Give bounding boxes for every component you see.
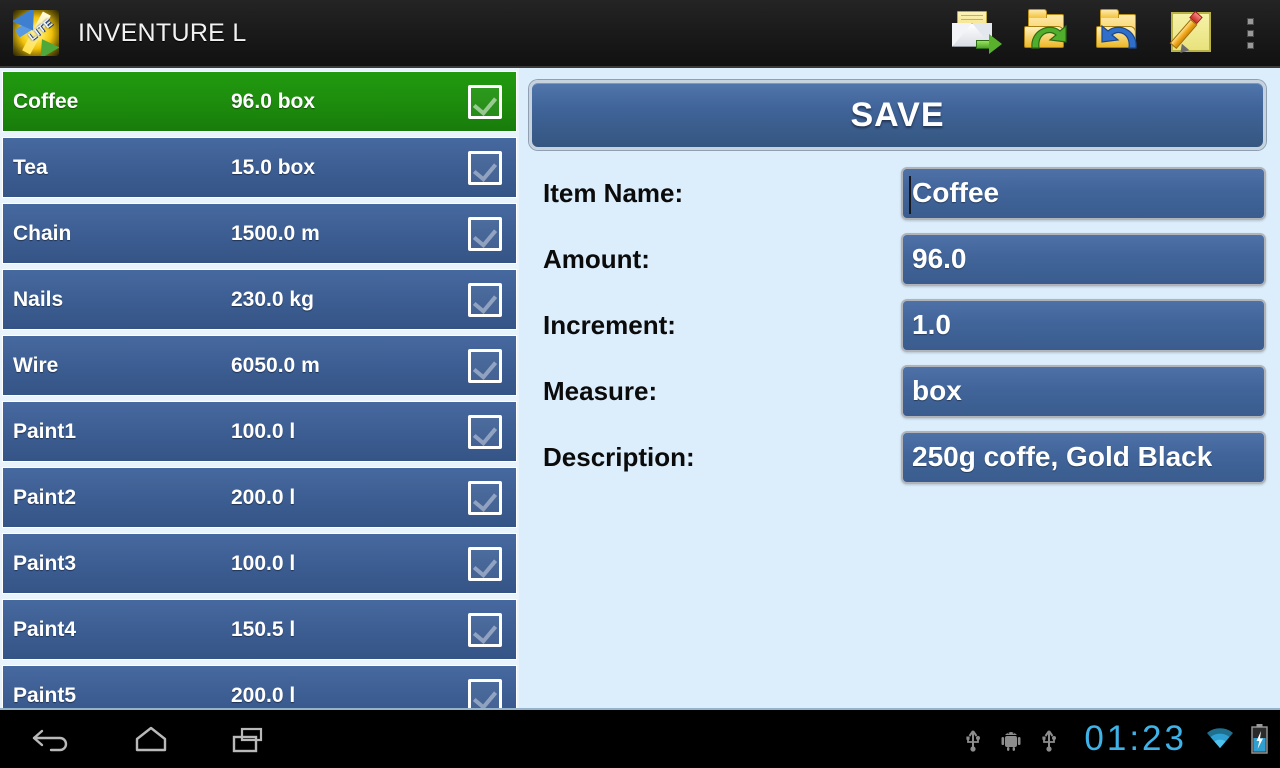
nav-buttons (30, 719, 272, 759)
row-item-amount: 15.0 box (231, 155, 316, 179)
form-field-measure: Measure: box (529, 362, 1266, 420)
app-logo-icon: LITE (13, 10, 59, 56)
amount-input[interactable]: 96.0 (901, 232, 1266, 286)
table-row[interactable]: Paint1 100.0 l (2, 401, 517, 462)
item_name-input[interactable]: Coffee (901, 166, 1266, 220)
item-detail-form: SAVE Item Name: Coffee Amount: 96.0 Incremen… (519, 68, 1280, 708)
table-row[interactable]: Paint3 100.0 l (2, 533, 517, 594)
row-checkbox-icon[interactable] (468, 480, 502, 515)
row-item-name: Paint3 (13, 551, 77, 575)
home-icon (135, 726, 167, 752)
increment-value: 1.0 (912, 309, 951, 340)
row-item-name: Paint2 (13, 485, 77, 509)
row-item-name: Wire (13, 353, 59, 377)
system-navigation-bar: 01:23 (0, 708, 1280, 768)
import-folder-icon (1094, 9, 1146, 56)
table-row[interactable]: Paint5 200.0 l (2, 665, 517, 708)
recent-apps-icon (232, 727, 263, 753)
export-folder-icon (1022, 9, 1074, 56)
amount-label: Amount: (543, 243, 650, 274)
form-field-increment: Increment: 1.0 (529, 296, 1266, 354)
table-row[interactable]: Wire 6050.0 m (2, 335, 517, 396)
row-item-name: Nails (13, 287, 64, 311)
increment-input[interactable]: 1.0 (901, 298, 1266, 352)
import-folder-button[interactable] (1084, 0, 1156, 67)
row-checkbox-icon[interactable] (468, 612, 502, 647)
row-checkbox-icon[interactable] (468, 348, 502, 383)
table-row[interactable]: Paint2 200.0 l (2, 467, 517, 528)
save-button-label: SAVE (850, 95, 945, 134)
overflow-menu-button[interactable] (1228, 0, 1272, 67)
overflow-dot-icon (1246, 41, 1254, 49)
item_name-value: Coffee (912, 177, 1000, 208)
row-item-name: Paint4 (13, 617, 77, 641)
form-field-description: Description: 250g coffe, Gold Black (529, 428, 1266, 486)
row-checkbox-icon[interactable] (468, 414, 502, 449)
form-fields: Item Name: Coffee Amount: 96.0 Increment: 1.0… (529, 164, 1266, 486)
usb-icon (1038, 725, 1060, 753)
title-bar-toolbar (940, 0, 1280, 66)
row-checkbox-icon[interactable] (468, 216, 502, 251)
row-item-amount: 230.0 kg (231, 287, 314, 311)
row-item-amount: 150.5 l (231, 617, 296, 641)
increment-label: Increment: (543, 309, 676, 340)
send-email-icon (950, 10, 1002, 56)
row-item-amount: 6050.0 m (231, 353, 320, 377)
edit-note-button[interactable] (1156, 0, 1228, 67)
description-value: 250g coffe, Gold Black (912, 441, 1213, 472)
title-bar: LITE INVENTURE L (0, 0, 1280, 68)
item_name-label: Item Name: (543, 177, 684, 208)
amount-value: 96.0 (912, 243, 967, 274)
table-row[interactable]: Paint4 150.5 l (2, 599, 517, 660)
battery-charging-icon (1251, 724, 1268, 754)
main-content: Coffee 96.0 box Tea 15.0 box Chain 1500.0 m Na… (0, 68, 1280, 708)
edit-note-icon (1166, 10, 1218, 57)
row-item-amount: 200.0 l (231, 485, 296, 509)
measure-input[interactable]: box (901, 364, 1266, 418)
table-row[interactable]: Tea 15.0 box (2, 137, 517, 198)
measure-label: Measure: (543, 375, 658, 406)
description-label: Description: (543, 441, 695, 472)
table-row[interactable]: Chain 1500.0 m (2, 203, 517, 264)
status-clock: 01:23 (1084, 719, 1187, 758)
wifi-icon (1205, 726, 1235, 752)
row-item-amount: 100.0 l (231, 419, 296, 443)
row-item-amount: 100.0 l (231, 551, 296, 575)
description-input[interactable]: 250g coffe, Gold Black (901, 430, 1266, 484)
export-folder-button[interactable] (1012, 0, 1084, 67)
item-list[interactable]: Coffee 96.0 box Tea 15.0 box Chain 1500.0 m Na… (0, 68, 519, 708)
row-item-amount: 96.0 box (231, 89, 316, 113)
app-root: LITE INVENTURE L Coffee 96.0 box Tea 15.… (0, 0, 1280, 768)
app-title: INVENTURE L (78, 18, 247, 47)
overflow-dot-icon (1246, 29, 1254, 37)
row-item-name: Paint5 (13, 683, 77, 707)
home-button[interactable] (128, 719, 174, 759)
row-item-name: Tea (13, 155, 48, 179)
table-row[interactable]: Coffee 96.0 box (2, 71, 517, 132)
row-item-amount: 1500.0 m (231, 221, 320, 245)
form-field-amount: Amount: 96.0 (529, 230, 1266, 288)
row-checkbox-icon[interactable] (468, 84, 502, 119)
row-item-name: Coffee (13, 89, 79, 113)
android-debug-icon (1000, 725, 1022, 753)
status-icons: 01:23 (962, 719, 1280, 759)
usb-icon (962, 725, 984, 753)
row-item-name: Paint1 (13, 419, 77, 443)
back-arrow-icon (32, 729, 68, 752)
send-email-button[interactable] (940, 0, 1012, 67)
save-button[interactable]: SAVE (529, 80, 1266, 150)
row-checkbox-icon[interactable] (468, 546, 502, 581)
row-item-name: Chain (13, 221, 72, 245)
recent-apps-button[interactable] (226, 719, 272, 759)
back-button[interactable] (30, 719, 76, 759)
form-field-item_name: Item Name: Coffee (529, 164, 1266, 222)
row-checkbox-icon[interactable] (468, 678, 502, 708)
measure-value: box (912, 375, 962, 406)
overflow-dot-icon (1246, 17, 1254, 25)
row-item-amount: 200.0 l (231, 683, 296, 707)
row-checkbox-icon[interactable] (468, 282, 502, 317)
table-row[interactable]: Nails 230.0 kg (2, 269, 517, 330)
row-checkbox-icon[interactable] (468, 150, 502, 185)
